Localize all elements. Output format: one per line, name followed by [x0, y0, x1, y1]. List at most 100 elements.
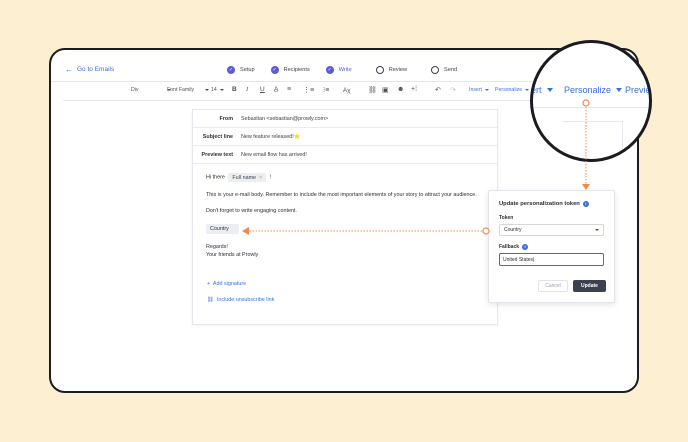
zoom-preview-text: Previe [625, 85, 651, 95]
text-color-icon[interactable]: A̲ [274, 86, 278, 93]
regards-line: Regards! [206, 244, 228, 250]
check-circle-icon: ✓ [270, 65, 279, 74]
step-review[interactable]: Review [368, 62, 415, 77]
token-field-label: Token [499, 215, 604, 221]
preview-input[interactable]: New email flow has arrived! [241, 152, 307, 158]
signoff-line: Your friends at Prowly [206, 252, 259, 258]
chevron-down-icon [219, 89, 224, 91]
image-icon[interactable]: ▣ [382, 86, 389, 94]
step-write[interactable]: ✓ Write [317, 62, 360, 82]
wizard-steps: ✓ Setup ✓ Recipients ✓ Write Review Send [219, 62, 465, 82]
font-size-value: 14 [211, 87, 217, 93]
personalization-panel: Update personalization token i Token Cou… [488, 190, 615, 303]
link-icon: ⛓ [207, 297, 214, 303]
panel-title: Update personalization token i [499, 201, 604, 207]
greeting-suffix: ! [269, 174, 272, 181]
chevron-down-icon [595, 229, 599, 231]
country-line: Country [206, 224, 484, 234]
token-label-text: Token [499, 215, 514, 221]
chevron-down-icon [546, 88, 553, 92]
chevron-down-icon [616, 88, 623, 92]
font-family-value: Font Family [167, 87, 195, 93]
email-body[interactable]: Hi there Full name × ! This is your e-mai… [193, 164, 497, 277]
go-to-emails-link[interactable]: ← Go to Emails [65, 65, 114, 74]
token-select[interactable]: Country [499, 224, 604, 236]
step-label: Send [444, 66, 458, 73]
font-family-select[interactable]: Font Family [167, 87, 210, 93]
preview-label: Preview text [201, 151, 233, 158]
clear-format-icon[interactable]: Aꭓ [343, 86, 350, 94]
body-paragraph: This is your e-mail body. Remember to in… [206, 192, 477, 198]
emoji-icon[interactable]: ☻ [397, 86, 404, 93]
subject-label: Subject line [202, 133, 233, 140]
zoom-insert-fragment: ert [531, 85, 553, 95]
zoom-divider [533, 107, 649, 108]
from-value[interactable]: Sebastian <sebastian@prowly.com> [241, 116, 328, 122]
panel-title-text: Update personalization token [499, 201, 580, 207]
numbered-list-icon[interactable]: ⋮≡ [303, 86, 314, 94]
cancel-button[interactable]: Cancel [538, 280, 568, 292]
check-circle-icon: ✓ [227, 65, 235, 74]
close-icon[interactable]: × [259, 175, 262, 181]
info-icon[interactable]: i [582, 201, 589, 207]
from-label: From [219, 115, 233, 122]
bullet-list-icon[interactable]: ⁝≡ [323, 86, 329, 94]
step-setup[interactable]: ✓ Setup [219, 62, 263, 77]
greeting-prefix: Hi there [206, 174, 225, 181]
greeting-line: Hi there Full name × ! [206, 173, 484, 182]
step-label: Recipients [283, 66, 310, 73]
step-label: Review [388, 66, 408, 73]
fallback-input-value: United States| [503, 256, 535, 263]
zoom-personalize-text: Personalize [564, 85, 612, 95]
unsubscribe-link[interactable]: ⛓ Include unsubscribe link [207, 297, 274, 303]
zoom-panel-edge [563, 121, 623, 159]
country-token[interactable]: Country [206, 224, 239, 234]
full-name-token[interactable]: Full name × [228, 173, 267, 182]
personalize-menu[interactable]: Personalize [495, 87, 530, 93]
italic-icon[interactable]: I [246, 86, 248, 93]
step-label: Setup [240, 66, 255, 73]
chevron-down-icon [205, 89, 210, 91]
zoom-magnifier: ert Personalize Previe [530, 40, 652, 162]
zoom-personalize: Personalize [564, 85, 623, 95]
personalize-label: Personalize [495, 87, 523, 93]
chevron-down-icon [484, 89, 489, 91]
link-icon[interactable]: ⛓ [368, 86, 377, 94]
insert-element-icon[interactable]: +⁞ [411, 86, 417, 93]
fallback-input[interactable]: United States| [499, 253, 604, 266]
update-button[interactable]: Update [573, 280, 606, 292]
empty-circle-icon [431, 65, 440, 74]
underline-icon[interactable]: U [260, 86, 265, 93]
go-to-emails-label: Go to Emails [77, 66, 115, 73]
from-row: From Sebastian <sebastian@prowly.com> [193, 110, 497, 128]
add-signature-label: Add signature [212, 281, 247, 287]
zoom-preview-fragment: Previe [625, 85, 651, 95]
bold-icon[interactable]: B [232, 86, 237, 93]
subject-input[interactable]: New feature released!⭐ [241, 134, 300, 140]
empty-circle-icon [375, 65, 384, 74]
step-label: Write [338, 66, 352, 73]
token-label: Country [210, 226, 229, 232]
chevron-down-icon [525, 89, 530, 91]
panel-actions: Cancel Update [538, 280, 606, 292]
body-paragraph: Don't forget to write engaging content. [206, 208, 297, 214]
token-label: Full name [232, 174, 257, 181]
add-signature-link[interactable]: + Add signature [207, 281, 246, 287]
token-select-value: Country [504, 227, 522, 233]
insert-label: Insert [469, 87, 482, 93]
block-type-select[interactable]: Div [131, 87, 171, 93]
step-send[interactable]: Send [423, 62, 465, 77]
step-recipients[interactable]: ✓ Recipients [263, 62, 318, 77]
block-type-value: Div [131, 87, 139, 93]
fallback-label-text: Fallback [499, 244, 520, 250]
zoom-insert-text: ert [531, 85, 542, 95]
info-icon[interactable]: i [522, 244, 529, 250]
insert-menu[interactable]: Insert [469, 87, 489, 93]
arrow-left-icon: ← [65, 65, 73, 74]
undo-icon[interactable]: ↶ [435, 86, 441, 94]
plus-icon: + [207, 281, 211, 287]
check-circle-icon: ✓ [325, 65, 334, 74]
redo-icon[interactable]: ↷ [450, 86, 456, 94]
align-icon[interactable]: ≡ [287, 86, 291, 93]
font-size-select[interactable]: 14 [211, 87, 224, 93]
